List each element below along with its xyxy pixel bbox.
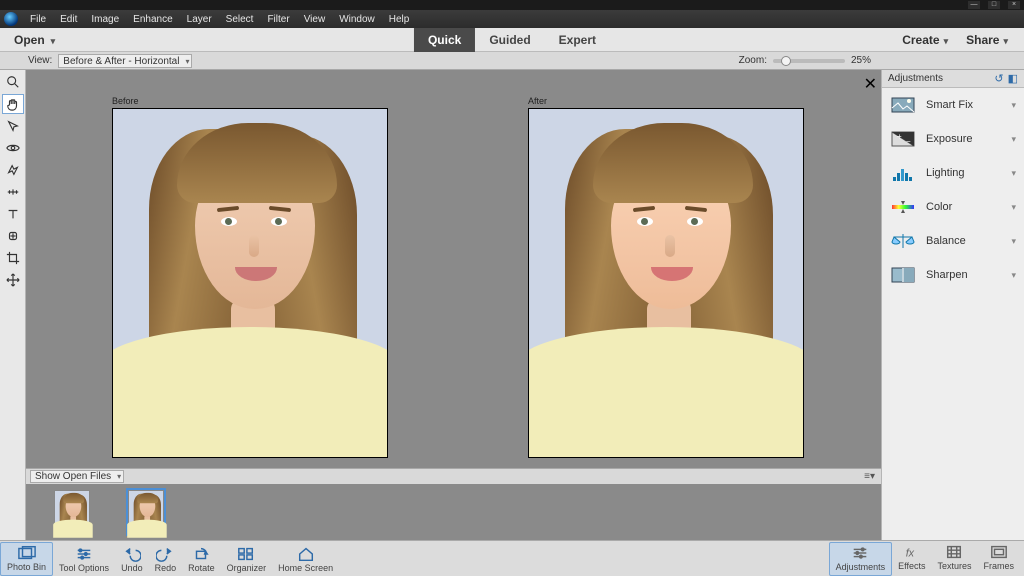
- eye-tool[interactable]: [2, 138, 24, 158]
- menu-edit[interactable]: Edit: [54, 12, 83, 27]
- reset-icon[interactable]: ↺: [994, 72, 1003, 85]
- chevron-down-icon: [51, 33, 56, 47]
- toolbox: [0, 70, 26, 540]
- cmd-undo[interactable]: Undo: [115, 544, 149, 576]
- svg-text:fx: fx: [905, 548, 914, 560]
- adj-label: Color: [926, 201, 952, 213]
- options-bar: View: Before & After - Horizontal Zoom: …: [0, 52, 1024, 70]
- adj-label: Smart Fix: [926, 99, 973, 111]
- adj-smart-fix[interactable]: Smart Fix: [882, 88, 1024, 122]
- adj-label: Balance: [926, 235, 966, 247]
- cmd-organizer[interactable]: Organizer: [221, 544, 273, 576]
- spot-heal-tool[interactable]: [2, 226, 24, 246]
- sharpen-icon: [890, 264, 916, 286]
- photo-bin-thumb-1[interactable]: [54, 490, 90, 534]
- straighten-tool[interactable]: [2, 182, 24, 202]
- minimize-button[interactable]: —: [968, 1, 980, 9]
- view-label: View:: [0, 55, 58, 66]
- quick-select-tool[interactable]: [2, 116, 24, 136]
- adj-exposure[interactable]: +− Exposure: [882, 122, 1024, 156]
- type-tool[interactable]: [2, 204, 24, 224]
- adjustments-header: Adjustments ↺ ◧: [882, 70, 1024, 88]
- before-label: Before: [112, 96, 388, 106]
- color-icon: [890, 196, 916, 218]
- tab-quick[interactable]: Quick: [414, 28, 475, 52]
- smart-fix-icon: [890, 94, 916, 116]
- cmd-home-screen[interactable]: Home Screen: [272, 544, 339, 576]
- adj-sharpen[interactable]: Sharpen: [882, 258, 1024, 292]
- menu-enhance[interactable]: Enhance: [127, 12, 178, 27]
- zoom-slider[interactable]: [773, 59, 845, 63]
- create-button[interactable]: Create: [896, 33, 954, 47]
- hand-tool[interactable]: [2, 94, 24, 114]
- menu-file[interactable]: File: [24, 12, 52, 27]
- menu-select[interactable]: Select: [220, 12, 260, 27]
- lighting-icon: [890, 162, 916, 184]
- svg-text:+: +: [897, 132, 902, 141]
- cmd-textures[interactable]: Textures: [931, 542, 977, 576]
- menu-help[interactable]: Help: [383, 12, 416, 27]
- cmd-tool-options[interactable]: Tool Options: [53, 544, 115, 576]
- whiten-teeth-tool[interactable]: [2, 160, 24, 180]
- photo-bin-select[interactable]: Show Open Files: [30, 470, 124, 483]
- after-image[interactable]: [528, 108, 804, 458]
- balance-icon: [890, 230, 916, 252]
- tab-expert[interactable]: Expert: [545, 28, 610, 52]
- canvas-area: ✕ Before After: [26, 70, 881, 540]
- cmd-redo[interactable]: Redo: [149, 544, 183, 576]
- move-tool[interactable]: [2, 270, 24, 290]
- panel-menu-icon[interactable]: ◧: [1008, 72, 1018, 85]
- photo-bin-thumb-2[interactable]: [128, 490, 164, 534]
- cmd-rotate[interactable]: Rotate: [182, 544, 221, 576]
- before-image[interactable]: [112, 108, 388, 458]
- maximize-button[interactable]: □: [988, 1, 1000, 9]
- menu-image[interactable]: Image: [85, 12, 125, 27]
- cmd-adjustments[interactable]: Adjustments: [829, 542, 893, 576]
- menu-bar: File Edit Image Enhance Layer Select Fil…: [0, 10, 1024, 28]
- exposure-icon: +−: [890, 128, 916, 150]
- mode-tabs: Quick Guided Expert: [414, 28, 610, 52]
- adj-color[interactable]: Color: [882, 190, 1024, 224]
- zoom-slider-thumb[interactable]: [781, 56, 791, 66]
- adj-label: Sharpen: [926, 269, 968, 281]
- after-view: After: [528, 96, 804, 468]
- svg-text:−: −: [906, 137, 911, 146]
- zoom-value: 25%: [851, 55, 871, 66]
- before-view: Before: [112, 96, 388, 468]
- crop-tool[interactable]: [2, 248, 24, 268]
- menu-window[interactable]: Window: [333, 12, 381, 27]
- adj-label: Lighting: [926, 167, 965, 179]
- share-button[interactable]: Share: [960, 33, 1014, 47]
- close-panel-icon[interactable]: ✕: [864, 74, 877, 94]
- chevron-down-icon: [944, 33, 949, 47]
- workspace: ✕ Before After: [0, 70, 1024, 540]
- photo-bin-menu-icon[interactable]: ≡▾: [864, 471, 875, 482]
- adjustments-panel: Adjustments ↺ ◧ Smart Fix +− Exposure Li…: [881, 70, 1024, 540]
- action-bar: Open Quick Guided Expert Create Share: [0, 28, 1024, 52]
- after-label: After: [528, 96, 804, 106]
- photo-bin-bar: Show Open Files ≡▾: [26, 468, 881, 484]
- zoom-tool[interactable]: [2, 72, 24, 92]
- adj-label: Exposure: [926, 133, 972, 145]
- open-button[interactable]: Open: [0, 33, 69, 47]
- photo-bin: [26, 484, 881, 540]
- cmd-frames[interactable]: Frames: [977, 542, 1020, 576]
- open-label: Open: [14, 33, 45, 47]
- window-titlebar: — □ ×: [0, 0, 1024, 10]
- adj-lighting[interactable]: Lighting: [882, 156, 1024, 190]
- chevron-down-icon: [1003, 33, 1008, 47]
- command-bar: Photo Bin Tool Options Undo Redo Rotate …: [0, 540, 1024, 576]
- cmd-effects[interactable]: fxEffects: [892, 542, 931, 576]
- view-select[interactable]: Before & After - Horizontal: [58, 54, 192, 68]
- menu-layer[interactable]: Layer: [181, 12, 218, 27]
- cmd-photo-bin[interactable]: Photo Bin: [0, 542, 53, 576]
- app-logo-icon: [4, 12, 18, 26]
- close-button[interactable]: ×: [1008, 1, 1020, 9]
- tab-guided[interactable]: Guided: [475, 28, 544, 52]
- zoom-label: Zoom:: [739, 55, 767, 66]
- menu-view[interactable]: View: [298, 12, 332, 27]
- adj-balance[interactable]: Balance: [882, 224, 1024, 258]
- menu-filter[interactable]: Filter: [261, 12, 295, 27]
